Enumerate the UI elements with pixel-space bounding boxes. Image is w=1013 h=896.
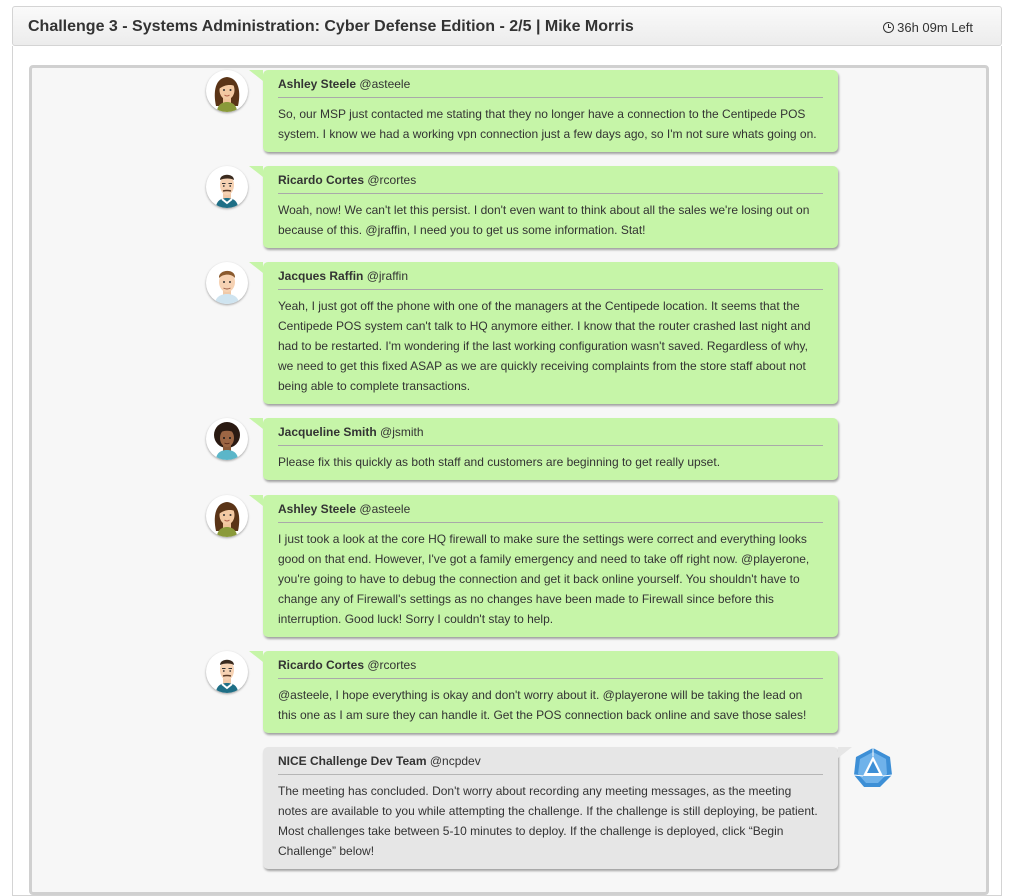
chat-message: NICE Challenge Dev Team @ncpdev The meet… [263,747,852,869]
sender-handle: @ncpdev [429,754,481,768]
message-header: Ashley Steele @asteele [278,502,823,523]
jacques-avatar [206,262,248,304]
message-text: So, our MSP just contacted me stating th… [278,107,817,141]
sender-name: Ashley Steele [278,77,357,91]
sender-name: Jacqueline Smith [278,425,377,439]
jacqueline-avatar [206,418,248,460]
ricardo-avatar [206,166,248,208]
sender-name: Ricardo Cortes [278,658,365,672]
nice-logo [852,747,894,789]
message-text: Please fix this quickly as both staff an… [278,455,721,469]
sender-handle: @jsmith [380,425,424,439]
message-text: Yeah, I just got off the phone with one … [278,299,811,393]
challenge-header: Challenge 3 - Systems Administration: Cy… [12,6,1002,46]
message-text: Woah, now! We can't let this persist. I … [278,203,810,237]
sender-name: Ashley Steele [278,502,357,516]
message-header: Ricardo Cortes @rcortes [278,658,823,679]
chat-message: Ashley Steele @asteele I just took a loo… [249,495,838,637]
message-text: I just took a look at the core HQ firewa… [278,532,810,626]
ashley-avatar [206,495,248,537]
sender-handle: @asteele [359,77,411,91]
ricardo-avatar [206,651,248,693]
chat-message: Jacques Raffin @jraffin Yeah, I just got… [249,262,838,404]
sender-handle: @rcortes [367,658,417,672]
message-header: Jacqueline Smith @jsmith [278,425,823,446]
sender-name: Jacques Raffin [278,269,364,283]
ashley-avatar [206,70,248,112]
message-header: Ricardo Cortes @rcortes [278,173,823,194]
page-title: Challenge 3 - Systems Administration: Cy… [28,18,634,35]
message-header: Jacques Raffin @jraffin [278,269,823,290]
sender-handle: @jraffin [366,269,409,283]
chat-message: Ricardo Cortes @rcortes @asteele, I hope… [249,651,838,733]
message-header: NICE Challenge Dev Team @ncpdev [278,754,823,775]
time-remaining-text: 36h 09m Left [897,20,973,35]
chat-message: Ricardo Cortes @rcortes Woah, now! We ca… [249,166,838,248]
sender-name: NICE Challenge Dev Team [278,754,427,768]
time-remaining: 36h 09m Left [883,20,973,35]
message-text: The meeting has concluded. Don't worry a… [278,784,818,858]
sender-handle: @asteele [359,502,411,516]
message-text: @asteele, I hope everything is okay and … [278,688,807,722]
sender-handle: @rcortes [367,173,417,187]
sender-name: Ricardo Cortes [278,173,365,187]
clock-icon [883,22,895,33]
chat-message: Ashley Steele @asteele So, our MSP just … [249,70,838,152]
chat-message: Jacqueline Smith @jsmith Please fix this… [249,418,838,480]
message-header: Ashley Steele @asteele [278,77,823,98]
